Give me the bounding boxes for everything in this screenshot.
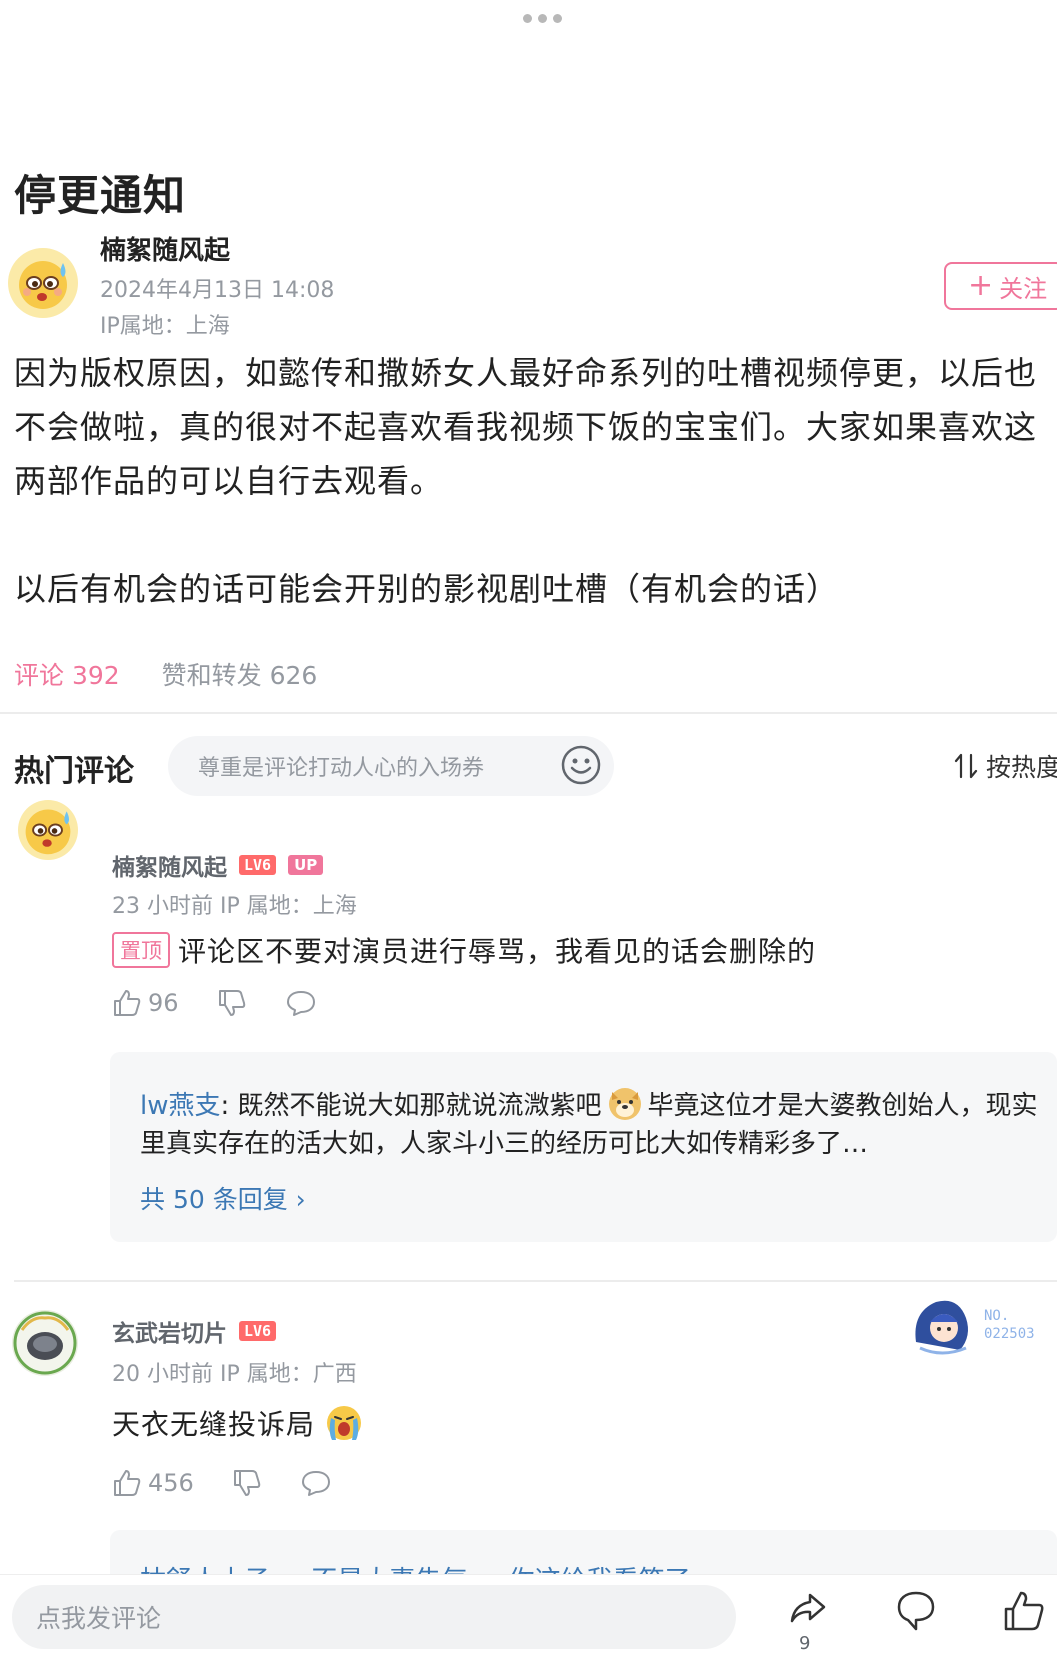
comment-divider	[14, 1280, 1057, 1282]
fan-medal-badge: NO. 022503	[906, 1290, 1056, 1360]
comment-author-row: 玄武岩切片 LV6	[112, 1314, 277, 1348]
thumbs-up-icon	[114, 1470, 141, 1496]
thumbs-down-icon[interactable]	[232, 1468, 262, 1498]
share-count: 9	[799, 1633, 811, 1654]
reply-bubble-icon[interactable]	[285, 988, 317, 1018]
post-paragraph-1: 因为版权原因，如懿传和撒娇女人最好命系列的吐槽视频停更，以后也不会做啦，真的很对…	[14, 354, 1038, 500]
rock-slice-avatar-icon	[13, 1311, 77, 1375]
thumbs-down-icon[interactable]	[217, 988, 247, 1018]
like-count: 456	[148, 1469, 194, 1497]
fan-medal-number: NO. 022503	[984, 1307, 1035, 1343]
author-name[interactable]: 楠絮随风起	[100, 230, 230, 267]
divider	[0, 712, 1057, 714]
hot-comments-heading: 热门评论	[14, 754, 134, 789]
post-ip-location: IP属地：上海	[100, 314, 230, 339]
comment-text: 天衣无缝投诉局	[112, 1408, 316, 1441]
pinned-badge: 置顶	[112, 932, 170, 968]
comment-text-row: 置顶 评论区不要对演员进行辱骂，我看见的话会删除的	[112, 930, 816, 970]
sweat-emoji-avatar-icon	[25, 809, 71, 855]
comment-author-name[interactable]: 楠絮随风起	[112, 848, 227, 882]
thumbs-up-icon	[114, 990, 141, 1016]
follow-button[interactable]: + 关注	[944, 262, 1057, 310]
level-badge: LV6	[239, 855, 277, 875]
post-date: 2024年4月13日 14:08	[100, 278, 335, 303]
like-button[interactable]: 96	[112, 988, 179, 1018]
follow-label: 关注	[999, 274, 1048, 303]
tab-likes-reposts[interactable]: 赞和转发 626	[162, 656, 318, 692]
bottom-comment-input[interactable]: 点我发评论	[12, 1585, 736, 1649]
comment-meta: 23 小时前 IP 属地：上海	[112, 894, 357, 919]
bottom-input-placeholder: 点我发评论	[36, 1604, 162, 1633]
reply-username[interactable]: lw燕支	[140, 1091, 221, 1121]
sort-by-hot-button[interactable]: 按热度	[954, 748, 1057, 784]
reply-bubble-icon[interactable]	[300, 1468, 332, 1498]
comment-avatar[interactable]	[18, 800, 78, 860]
reply-text-part1: : 既然不能说大如那就说流溦紫吧	[220, 1091, 602, 1121]
level-badge: LV6	[239, 1321, 277, 1341]
comment-text-row: 天衣无缝投诉局	[112, 1402, 365, 1444]
bottom-action-bar: 点我发评论 9	[0, 1574, 1057, 1664]
comment-input-placeholder: 尊重是评论打动人心的入场券	[198, 756, 485, 781]
sort-label: 按热度	[986, 753, 1057, 782]
fan-medal-label: NO.	[984, 1308, 1010, 1324]
comment-avatar[interactable]	[12, 1310, 78, 1376]
share-icon[interactable]	[788, 1589, 828, 1629]
fan-medal-value: 022503	[984, 1326, 1035, 1342]
plus-icon: +	[968, 268, 994, 303]
sweat-emoji-avatar-icon	[19, 261, 67, 309]
thumbs-up-icon[interactable]	[1002, 1589, 1046, 1633]
emoji-smile-icon[interactable]	[560, 744, 602, 786]
up-badge: UP	[288, 855, 324, 875]
reply-preview-box[interactable]: lw燕支: 既然不能说大如那就说流溦紫吧 毕竟这位才是大婆教创始人，现实里真实存…	[110, 1052, 1057, 1242]
comment-author-name[interactable]: 玄武岩切片	[112, 1314, 227, 1348]
post-title: 停更通知	[14, 171, 187, 220]
doge-emoji-icon	[608, 1088, 641, 1120]
like-count: 96	[148, 989, 179, 1017]
comment-author-row: 楠絮随风起 LV6 UP	[112, 848, 324, 882]
reply-text: lw燕支: 既然不能说大如那就说流溦紫吧 毕竟这位才是大婆教创始人，现实里真实存…	[140, 1084, 1040, 1163]
view-all-replies-link[interactable]: 共 50 条回复 ›	[140, 1180, 306, 1216]
tab-comments[interactable]: 评论 392	[14, 656, 120, 692]
comment-text: 评论区不要对演员进行辱骂，我看见的话会删除的	[178, 935, 817, 968]
comment-tabs: 评论 392 赞和转发 626	[14, 656, 317, 692]
comment-bubble-icon[interactable]	[896, 1589, 936, 1633]
comment-input[interactable]: 尊重是评论打动人心的入场券	[168, 736, 614, 796]
like-button[interactable]: 456	[112, 1468, 194, 1498]
comment-meta: 20 小时前 IP 属地：广西	[112, 1362, 357, 1387]
comment-actions: 96	[112, 988, 317, 1018]
sort-icon	[954, 753, 978, 779]
more-options-icon[interactable]	[523, 14, 562, 23]
comment-actions: 456	[112, 1468, 332, 1498]
anime-character-badge-icon	[915, 1300, 968, 1355]
author-avatar[interactable]	[8, 248, 78, 318]
crying-emoji-icon	[327, 1406, 362, 1440]
post-paragraph-2: 以后有机会的话可能会开别的影视剧吐槽（有机会的话）	[14, 570, 840, 608]
post-body: 因为版权原因，如懿传和撒娇女人最好命系列的吐槽视频停更，以后也不会做啦，真的很对…	[14, 346, 1054, 616]
